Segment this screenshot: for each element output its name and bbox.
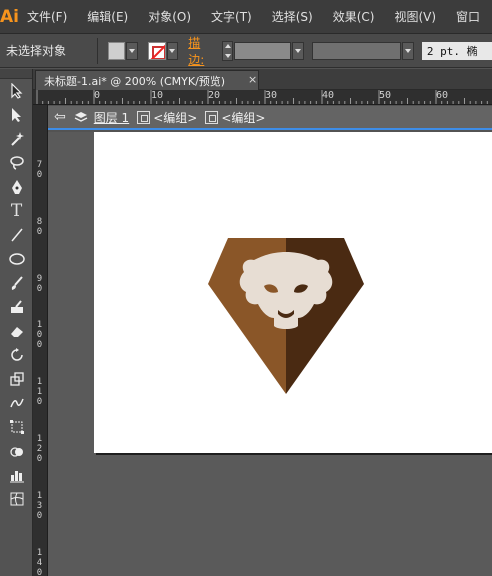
ruler-label: 9 0 [36,274,43,294]
menu-select[interactable]: 选择(S) [272,8,313,25]
artboard[interactable] [94,132,492,453]
close-icon[interactable]: × [248,73,257,86]
stroke-weight-stepper[interactable] [221,40,234,61]
stroke-panel-link[interactable]: 描边: [188,34,215,68]
menu-window[interactable]: 窗口 [456,8,480,25]
paintbrush-tool-icon[interactable] [0,271,33,295]
lasso-tool-icon[interactable] [0,151,33,175]
line-tool-icon[interactable] [0,223,33,247]
ruler-label: 1 0 0 [36,320,43,350]
vertical-ruler[interactable]: 7 0 8 0 9 0 1 0 0 1 1 0 1 2 0 1 3 0 1 4 … [33,105,48,576]
tools-panel: T [0,69,33,576]
menu-type[interactable]: 文字(T) [211,8,252,25]
breadcrumb-layer[interactable]: 图层 1 [94,109,129,126]
fill-dropdown-icon[interactable] [126,41,138,60]
ruler-label: 1 2 0 [36,434,43,464]
ruler-label: 1 3 0 [36,491,43,521]
menu-edit[interactable]: 编辑(E) [87,8,128,25]
ruler-label: 0 [94,90,101,101]
blob-brush-tool-icon[interactable] [0,295,33,319]
divider [96,37,98,64]
document-tab[interactable]: 未标题-1.ai* @ 200% (CMYK/预览) × [35,70,259,90]
menu-effect[interactable]: 效果(C) [333,8,375,25]
isolation-mode-bar: ⇦ 图层 1 <编组> <编组> [48,106,492,130]
fill-swatch[interactable] [107,41,126,60]
graph-tool-icon[interactable] [0,463,33,487]
shape-builder-tool-icon[interactable] [0,439,33,463]
menu-file[interactable]: 文件(F) [27,8,67,25]
breadcrumb-group-2[interactable]: <编组> [221,109,265,126]
mesh-tool-icon[interactable] [0,487,33,511]
app-logo: Ai [0,6,19,27]
ruler-label: 50 [379,90,392,101]
ruler-label: 30 [265,90,278,101]
horizontal-ruler[interactable]: 0 10 20 30 40 50 60 [33,90,492,105]
magic-wand-tool-icon[interactable] [0,127,33,151]
ruler-label: 1 1 0 [36,377,43,407]
document-tab-bar: 未标题-1.ai* @ 200% (CMYK/预览) × [33,69,492,90]
ruler-label: 40 [322,90,335,101]
menu-bar: Ai 文件(F) 编辑(E) 对象(O) 文字(T) 选择(S) 效果(C) 视… [0,0,492,34]
ruler-label: 60 [436,90,449,101]
ruler-label: 1 4 0 [36,548,43,576]
pen-tool-icon[interactable] [0,175,33,199]
breadcrumb-group-1[interactable]: <编组> [153,109,197,126]
rotate-tool-icon[interactable] [0,343,33,367]
ruler-label: 20 [208,90,221,101]
ruler-label: 7 0 [36,160,43,180]
document-tab-title: 未标题-1.ai* @ 200% (CMYK/预览) [44,74,226,88]
stroke-dropdown-icon[interactable] [166,41,179,60]
type-tool-icon[interactable]: T [0,199,33,223]
stroke-swatch[interactable] [147,41,166,60]
menu-object[interactable]: 对象(O) [148,8,191,25]
selection-status: 未选择对象 [6,44,67,58]
variable-width-dropdown-icon[interactable] [402,41,414,60]
group-icon [205,110,219,124]
free-transform-tool-icon[interactable] [0,415,33,439]
ruler-label: 8 0 [36,217,43,237]
control-bar: 未选择对象 描边: 2 pt. 椭 [0,34,492,68]
warp-tool-icon[interactable] [0,391,33,415]
lion-shield-artwork[interactable] [94,132,492,453]
ellipse-tool-icon[interactable] [0,247,33,271]
scale-tool-icon[interactable] [0,367,33,391]
stroke-weight-field[interactable] [234,41,291,60]
layers-icon [74,110,88,124]
ruler-label: 10 [151,90,164,101]
selection-tool-icon[interactable] [0,79,33,103]
stroke-weight-dropdown-icon[interactable] [291,41,304,60]
variable-width-field[interactable] [311,41,402,60]
brush-definition-field[interactable]: 2 pt. 椭 [421,41,492,60]
panel-grip[interactable] [0,69,32,79]
menu-view[interactable]: 视图(V) [394,8,436,25]
back-arrow-icon[interactable]: ⇦ [54,109,66,125]
group-icon [137,110,151,124]
eraser-tool-icon[interactable] [0,319,33,343]
direct-selection-tool-icon[interactable] [0,103,33,127]
